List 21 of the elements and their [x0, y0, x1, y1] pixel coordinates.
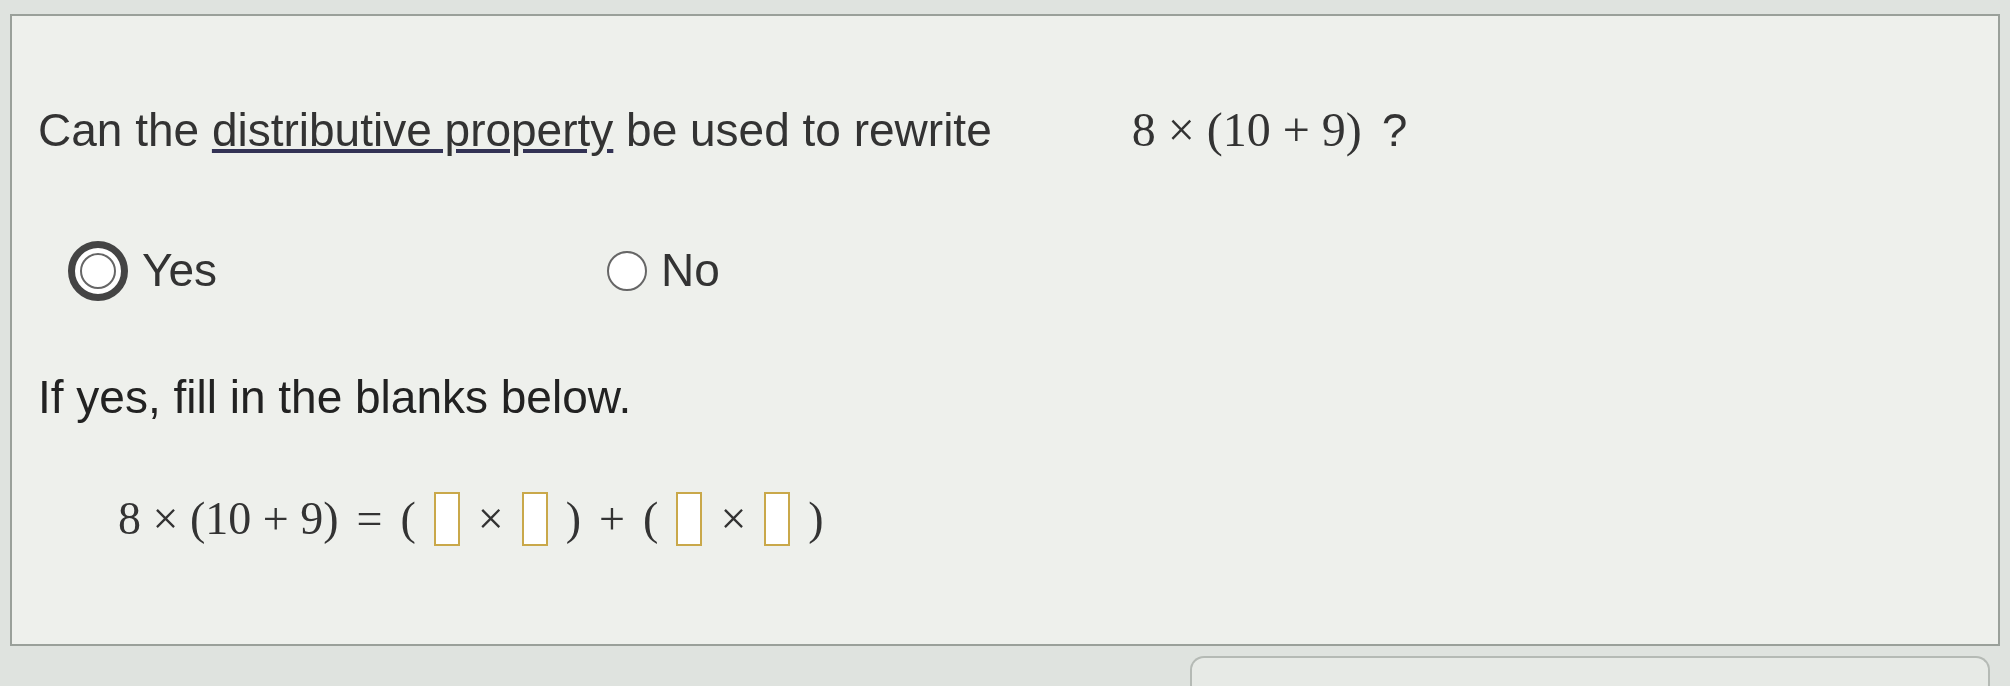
math-text: ) [808, 492, 824, 546]
math-text: = [356, 492, 383, 546]
question-text: Can the distributive property be used to rewrite [38, 102, 992, 158]
math-text: × [720, 492, 747, 546]
instruction-text: If yes, fill in the blanks below. [38, 370, 633, 425]
math-text: ) [565, 492, 582, 546]
answer-box[interactable] [521, 491, 548, 546]
math-text: ( [400, 492, 416, 546]
math-text: 8 × (10 + 9) [118, 492, 339, 546]
option-label[interactable]: No [661, 236, 720, 305]
math-text: + [599, 492, 626, 546]
answer-box[interactable] [433, 491, 460, 546]
answer-box[interactable] [676, 491, 703, 546]
option-label[interactable]: Yes [142, 236, 218, 305]
math-text: ( [643, 492, 659, 546]
math-text: × [477, 492, 504, 546]
answer-box[interactable] [764, 491, 791, 546]
question-mark: ? [1381, 102, 1408, 158]
math-expression: 8 × (10 + 9) [1131, 102, 1362, 159]
distributive-property-link[interactable]: distributive property [211, 103, 614, 156]
radio-button[interactable] [607, 250, 648, 291]
